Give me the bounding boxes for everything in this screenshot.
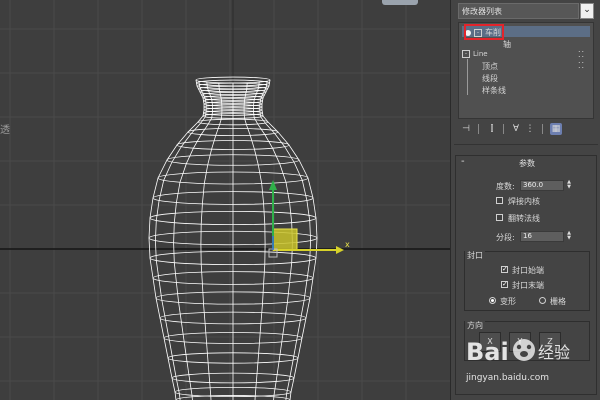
baidu-logo: Bai 经验 jingyan.baidu.com bbox=[465, 338, 570, 383]
cap-end-label: 封口末端 bbox=[512, 281, 544, 290]
capping-title: 封口 bbox=[465, 250, 485, 261]
grid-radio[interactable] bbox=[539, 297, 546, 304]
chevron-down-icon[interactable]: ⌄ bbox=[580, 3, 594, 19]
mesh-meridian bbox=[173, 82, 213, 400]
svg-text:Bai: Bai bbox=[466, 338, 509, 366]
stack-subitem-spline[interactable]: 样条线 bbox=[482, 85, 506, 96]
svg-text:jingyan.baidu.com: jingyan.baidu.com bbox=[465, 373, 549, 383]
perspective-viewport[interactable]: 透 x bbox=[0, 0, 450, 400]
stack-item-line-label: Line bbox=[473, 50, 488, 58]
pin-stack-icon[interactable]: ⊣ bbox=[460, 123, 472, 135]
gizmo-x-arrow bbox=[336, 246, 344, 254]
tree-line bbox=[467, 59, 468, 95]
stack-toolbar: ⊣ ⫿ ∀ ⋮ ▦ bbox=[458, 123, 594, 137]
stack-item-line[interactable]: - Line bbox=[462, 50, 488, 58]
gizmo-y-arrow bbox=[269, 180, 277, 190]
cap-start-checkbox[interactable]: ✓ bbox=[501, 266, 508, 273]
baidu-jingyan-watermark: Bai 经验 jingyan.baidu.com bbox=[462, 328, 592, 398]
toolbar-divider bbox=[478, 124, 479, 134]
show-end-result-icon[interactable]: ⫿ bbox=[486, 123, 498, 135]
modifier-stack[interactable]: - 车削 轴 - Line 顶点 线段 样条线 ⁚⁚ ⁚⁚ bbox=[458, 22, 594, 119]
segments-spinner[interactable]: ▲ ▼ bbox=[566, 231, 572, 242]
configure-modifier-sets-icon[interactable]: ▦ bbox=[550, 123, 562, 135]
transform-gizmo bbox=[268, 180, 344, 258]
gizmo-x-label: x bbox=[345, 240, 350, 249]
svg-text:经验: 经验 bbox=[538, 343, 570, 362]
degrees-field[interactable]: 360.0 bbox=[520, 180, 564, 191]
stack-subitem-segment[interactable]: 线段 bbox=[482, 73, 498, 84]
cap-end-checkbox[interactable]: ✓ bbox=[501, 281, 508, 288]
red-highlight-annotation bbox=[464, 24, 504, 40]
vertex-dots-icon: ⁚⁚ bbox=[578, 50, 586, 59]
flip-normals-checkbox[interactable] bbox=[496, 214, 503, 221]
segments-label: 分段: bbox=[496, 233, 515, 242]
segments-field[interactable]: 16 bbox=[520, 231, 564, 242]
mesh-meridian bbox=[154, 81, 207, 400]
remove-modifier-icon[interactable]: ⋮ bbox=[524, 123, 536, 135]
flip-normals-label: 翻转法线 bbox=[508, 214, 540, 223]
toolbar-divider bbox=[542, 124, 543, 134]
rollout-title[interactable]: 参数 bbox=[456, 158, 598, 169]
modifier-list-dropdown[interactable]: 修改器列表 bbox=[458, 3, 579, 19]
morph-label: 变形 bbox=[500, 297, 516, 306]
degrees-label: 度数: bbox=[496, 182, 515, 191]
app-window: 透 x 修改器列表 ⌄ - 车削 轴 - Line 顶点 线段 样条线 ⁚⁚ ⁚⁚ … bbox=[0, 0, 600, 400]
segment-dots-icon: ⁚⁚ bbox=[578, 61, 586, 70]
panel-separator bbox=[454, 144, 598, 145]
weld-core-checkbox[interactable] bbox=[496, 197, 503, 204]
stack-item-axis[interactable]: 轴 bbox=[503, 39, 511, 50]
cap-start-label: 封口始端 bbox=[512, 266, 544, 275]
grid-label: 栅格 bbox=[550, 297, 566, 306]
gizmo-plane-handle bbox=[272, 228, 298, 251]
viewport-side-label: 透 bbox=[0, 125, 10, 136]
collapse-icon[interactable]: - bbox=[462, 50, 470, 58]
toolbar-divider bbox=[503, 124, 504, 134]
degrees-spinner[interactable]: ▲ ▼ bbox=[566, 180, 572, 191]
capping-group: 封口 ✓ 封口始端 ✓ 封口末端 变形 栅格 bbox=[464, 250, 590, 311]
viewport-top-indicator bbox=[382, 0, 418, 5]
viewport-canvas[interactable] bbox=[0, 0, 450, 400]
make-unique-icon[interactable]: ∀ bbox=[510, 123, 522, 135]
stack-subitem-vertex[interactable]: 顶点 bbox=[482, 61, 498, 72]
weld-core-label: 焊接内核 bbox=[508, 197, 540, 206]
morph-radio[interactable] bbox=[489, 297, 496, 304]
